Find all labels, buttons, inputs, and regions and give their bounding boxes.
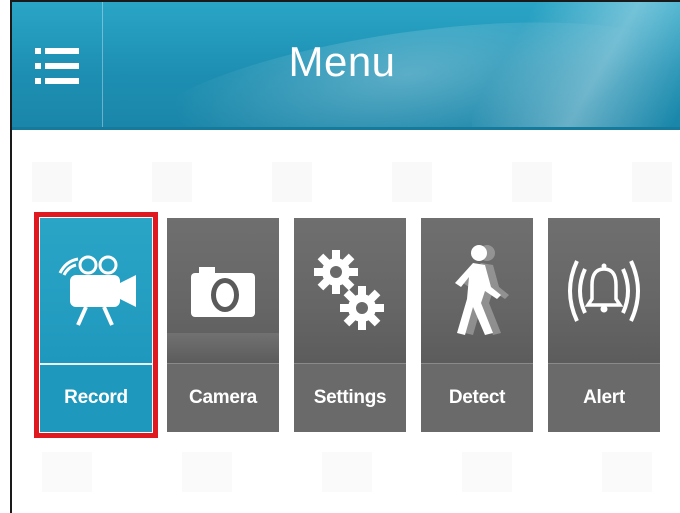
tile-icon-area [167, 218, 279, 363]
selection-highlight [34, 212, 158, 438]
tile-label: Camera [189, 387, 257, 408]
tile-icon-area [294, 218, 406, 363]
tile-icon-area [548, 218, 660, 363]
faded-background-bottom [42, 452, 662, 492]
menu-button[interactable] [12, 2, 103, 130]
faded-background [32, 162, 672, 202]
tile-settings[interactable]: Settings [294, 218, 406, 432]
header-bar: Menu [12, 2, 680, 130]
app-window: Menu Record Camera Settings Detect Alert [10, 0, 680, 513]
hamburger-menu-icon [35, 48, 79, 84]
bell-alarm-icon [568, 259, 640, 322]
gears-icon [314, 249, 384, 330]
header-divider [12, 127, 680, 130]
icon-reflection [167, 333, 279, 363]
page-title: Menu [288, 38, 396, 85]
tile-detect[interactable]: Detect [421, 218, 533, 432]
tile-label: Alert [583, 387, 625, 408]
tile-label: Settings [313, 387, 387, 408]
tile-label: Detect [448, 387, 506, 408]
walking-person-icon [455, 244, 509, 335]
tile-alert[interactable]: Alert [548, 218, 660, 432]
camera-icon [191, 266, 255, 317]
tile-camera[interactable]: Camera [167, 218, 279, 432]
header-shine [472, 2, 680, 130]
tile-icon-area [421, 218, 533, 363]
